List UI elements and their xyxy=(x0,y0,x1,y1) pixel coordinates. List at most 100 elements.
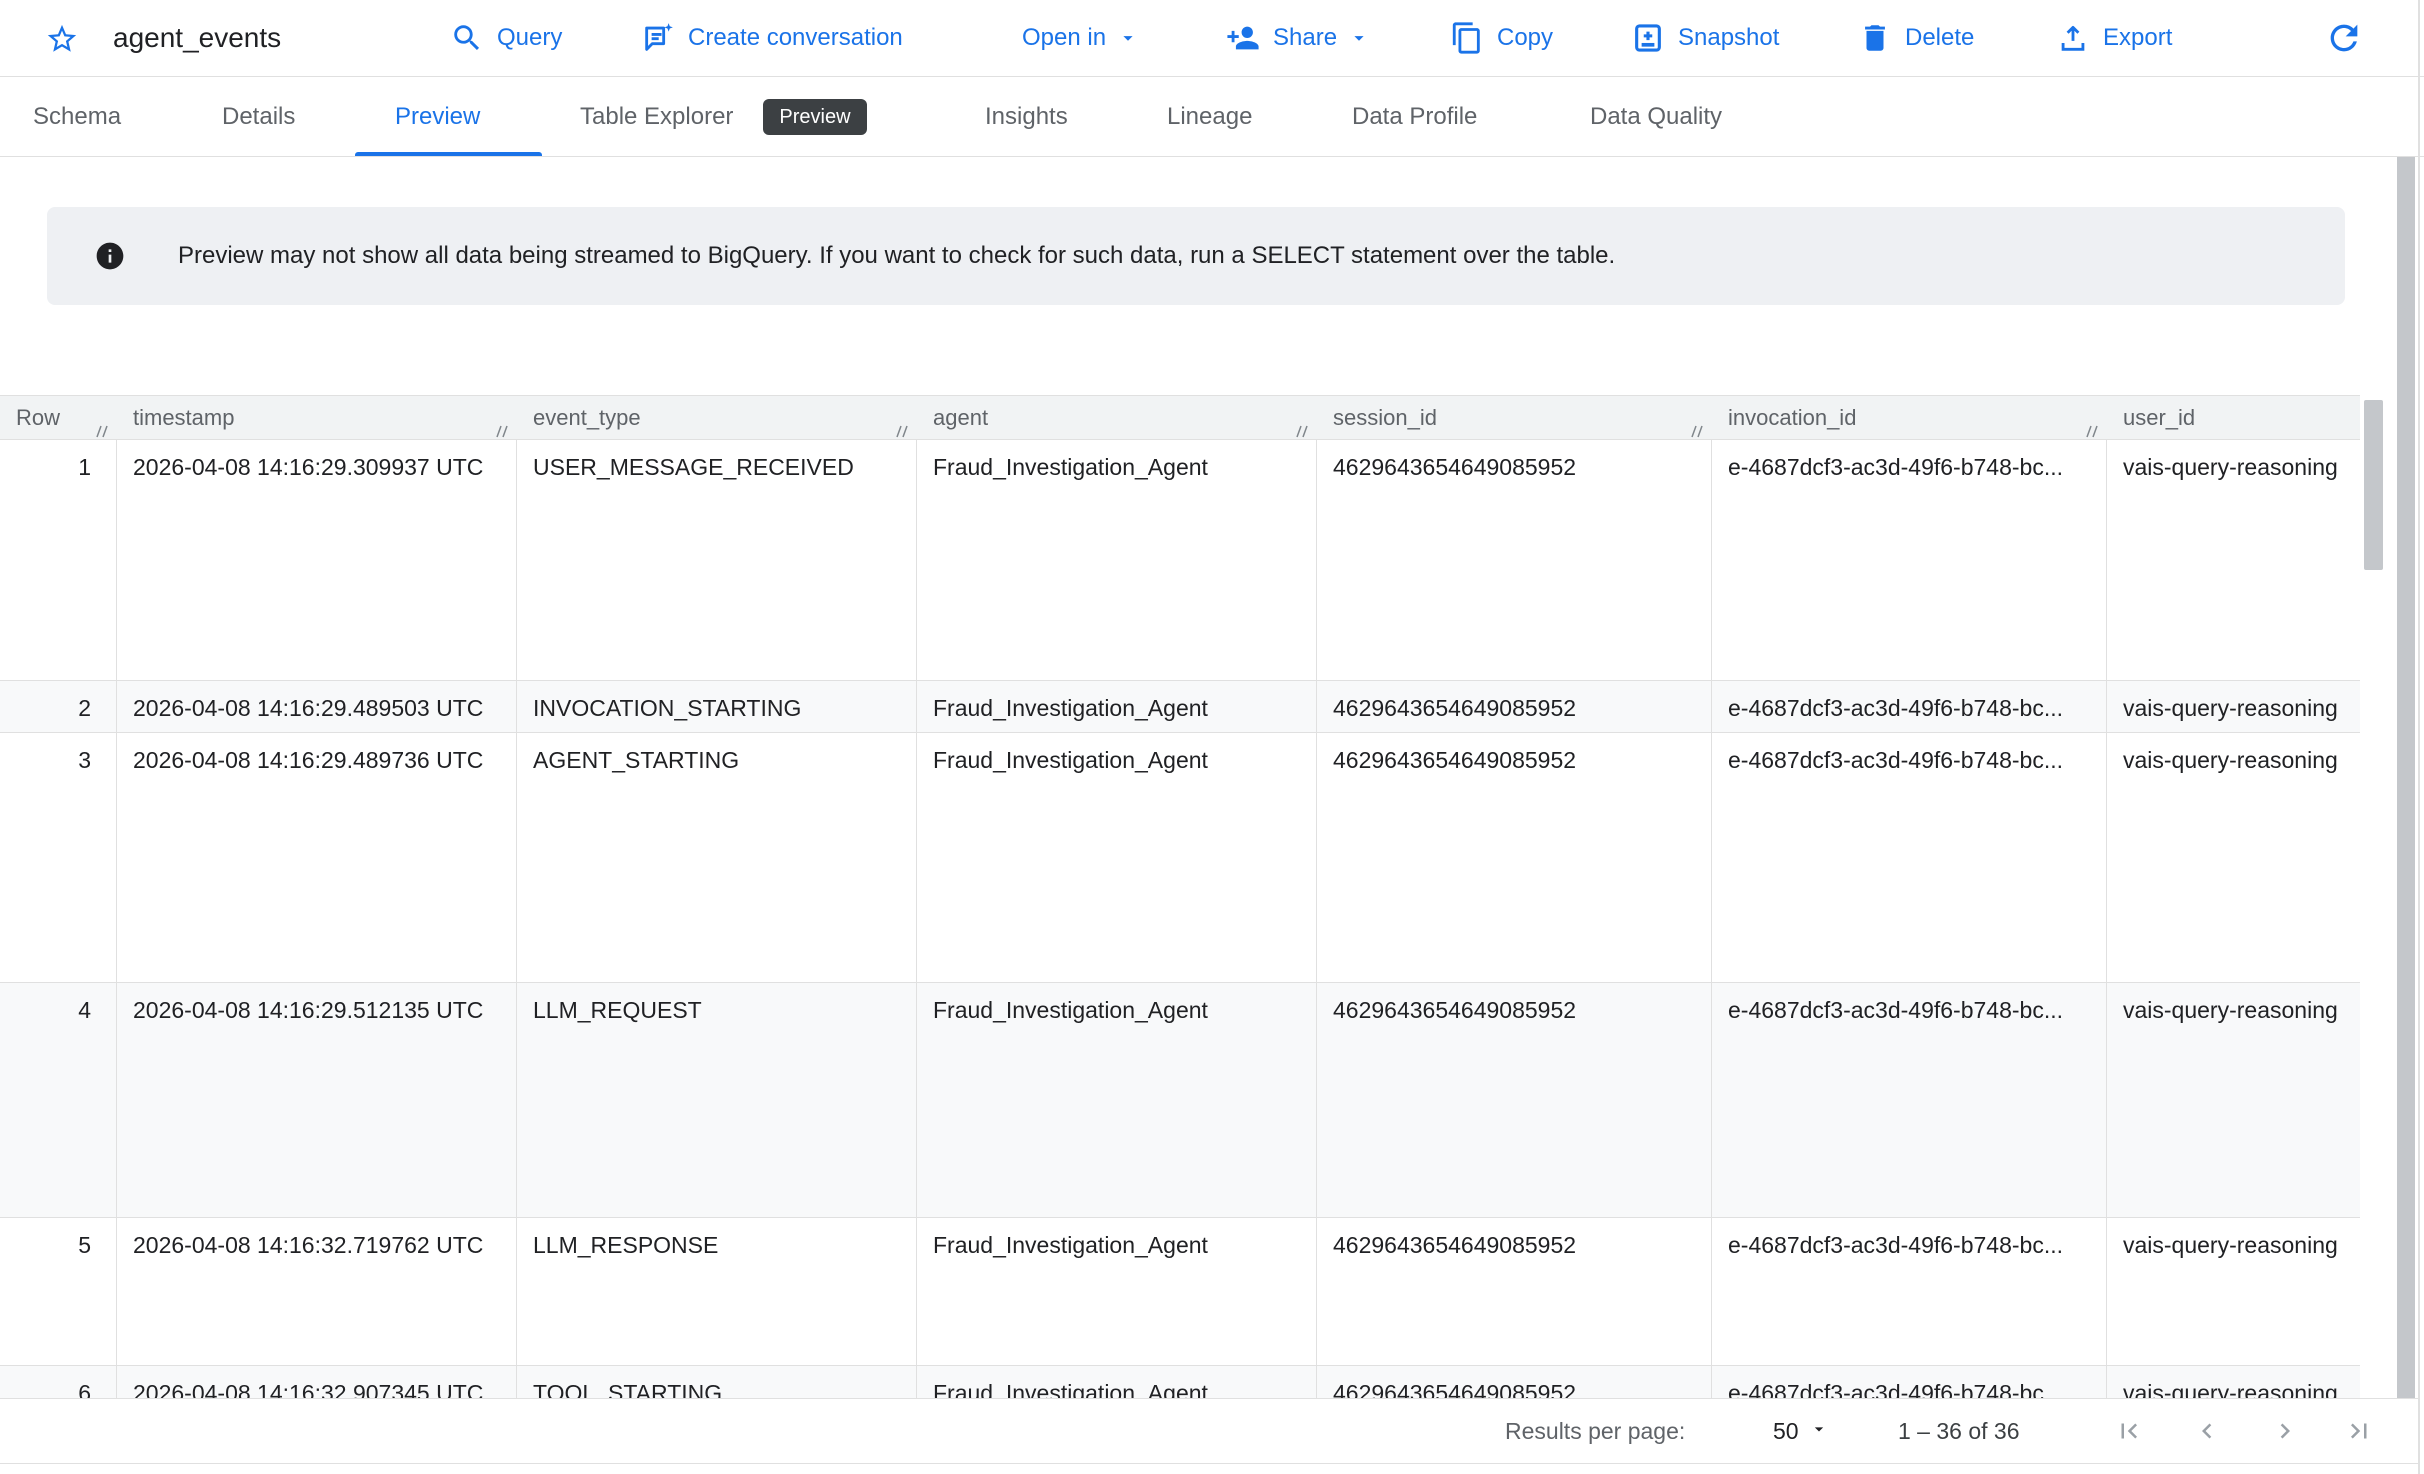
create-conversation-icon xyxy=(641,21,675,55)
cell-invocation-id: e-4687dcf3-ac3d-49f6-b748-bc... xyxy=(1712,681,2107,732)
snapshot-icon xyxy=(1631,21,1665,55)
cell-timestamp: 2026-04-08 14:16:29.489503 UTC xyxy=(117,681,517,732)
query-button[interactable]: Query xyxy=(450,0,562,76)
cell-timestamp: 2026-04-08 14:16:29.489736 UTC xyxy=(117,733,517,982)
tab-insights[interactable]: Insights xyxy=(985,77,1068,156)
tab-data-quality[interactable]: Data Quality xyxy=(1590,77,1722,156)
cell-agent: Fraud_Investigation_Agent xyxy=(917,983,1317,1217)
create-conversation-button[interactable]: Create conversation xyxy=(641,0,903,76)
column-resize-grip-icon[interactable] xyxy=(1293,420,1311,438)
cell-row-number: 6 xyxy=(0,1366,117,1398)
cell-agent: Fraud_Investigation_Agent xyxy=(917,1218,1317,1365)
chevron-down-icon xyxy=(1348,27,1370,49)
previous-page-button[interactable] xyxy=(2192,1416,2222,1446)
cell-event-type: USER_MESSAGE_RECEIVED xyxy=(517,440,917,680)
info-icon xyxy=(94,240,126,272)
column-header-timestamp: timestamp xyxy=(117,396,517,439)
page-size-value: 50 xyxy=(1773,1418,1799,1445)
table-row: 4 2026-04-08 14:16:29.512135 UTC LLM_REQ… xyxy=(0,983,2360,1218)
dropdown-arrow-icon xyxy=(1809,1418,1829,1445)
bigquery-table-preview-page: { "header": { "title": "agent_events", "… xyxy=(0,0,2424,1474)
cell-invocation-id: e-4687dcf3-ac3d-49f6-b748-bc... xyxy=(1712,983,2107,1217)
column-resize-grip-icon[interactable] xyxy=(2083,420,2101,438)
cell-timestamp: 2026-04-08 14:16:29.309937 UTC xyxy=(117,440,517,680)
active-tab-underline xyxy=(355,152,542,156)
cell-invocation-id: e-4687dcf3-ac3d-49f6-b748-bc... xyxy=(1712,733,2107,982)
cell-row-number: 3 xyxy=(0,733,117,982)
refresh-icon[interactable] xyxy=(2324,18,2364,58)
delete-button[interactable]: Delete xyxy=(1858,0,1974,76)
tab-schema[interactable]: Schema xyxy=(33,77,121,156)
preview-table: Row timestamp event_type agent session_i… xyxy=(0,395,2360,1398)
pagination-footer: Results per page: 50 1 – 36 of 36 xyxy=(0,1398,2418,1464)
column-header-row: Row xyxy=(0,396,117,439)
cell-row-number: 4 xyxy=(0,983,117,1217)
cell-user-id: vais-query-reasoning xyxy=(2107,681,2360,732)
page-vertical-scrollbar[interactable] xyxy=(2397,157,2415,1462)
cell-event-type: AGENT_STARTING xyxy=(517,733,917,982)
tab-details[interactable]: Details xyxy=(222,77,295,156)
cell-session-id: 4629643654649085952 xyxy=(1317,733,1712,982)
trash-icon xyxy=(1858,21,1892,55)
tab-bar: Schema Details Preview Table Explorer Pr… xyxy=(0,77,2424,157)
first-page-button[interactable] xyxy=(2114,1416,2144,1446)
column-resize-grip-icon[interactable] xyxy=(1688,420,1706,438)
last-page-button[interactable] xyxy=(2344,1416,2374,1446)
export-button[interactable]: Export xyxy=(2056,0,2172,76)
cell-user-id: vais-query-reasoning xyxy=(2107,1366,2360,1398)
cell-session-id: 4629643654649085952 xyxy=(1317,983,1712,1217)
table-vertical-scrollbar[interactable] xyxy=(2364,400,2383,570)
cell-event-type: LLM_REQUEST xyxy=(517,983,917,1217)
tab-data-profile[interactable]: Data Profile xyxy=(1352,77,1477,156)
copy-button[interactable]: Copy xyxy=(1450,0,1553,76)
cell-user-id: vais-query-reasoning xyxy=(2107,1218,2360,1365)
cell-event-type: INVOCATION_STARTING xyxy=(517,681,917,732)
cell-event-type: TOOL_STARTING xyxy=(517,1366,917,1398)
cell-event-type: LLM_RESPONSE xyxy=(517,1218,917,1365)
header-toolbar: agent_events Query Create conversation O… xyxy=(0,0,2424,77)
share-button[interactable]: Share xyxy=(1226,0,1370,76)
page-size-dropdown[interactable]: 50 xyxy=(1773,1399,1829,1463)
cell-session-id: 4629643654649085952 xyxy=(1317,440,1712,680)
table-row: 1 2026-04-08 14:16:29.309937 UTC USER_ME… xyxy=(0,440,2360,681)
column-resize-grip-icon[interactable] xyxy=(493,420,511,438)
table-row: 3 2026-04-08 14:16:29.489736 UTC AGENT_S… xyxy=(0,733,2360,983)
page-title: agent_events xyxy=(113,0,281,76)
column-header-agent: agent xyxy=(917,396,1317,439)
table-header-row: Row timestamp event_type agent session_i… xyxy=(0,395,2360,440)
column-header-user_id: user_id xyxy=(2107,396,2360,439)
cell-row-number: 2 xyxy=(0,681,117,732)
open-in-button[interactable]: Open in xyxy=(1022,0,1139,76)
cell-user-id: vais-query-reasoning xyxy=(2107,440,2360,680)
star-icon[interactable] xyxy=(45,22,79,56)
table-row: 6 2026-04-08 14:16:32.907345 UTC TOOL_ST… xyxy=(0,1366,2360,1398)
chevron-down-icon xyxy=(1117,27,1139,49)
table-row: 2 2026-04-08 14:16:29.489503 UTC INVOCAT… xyxy=(0,681,2360,733)
cell-agent: Fraud_Investigation_Agent xyxy=(917,681,1317,732)
cell-agent: Fraud_Investigation_Agent xyxy=(917,1366,1317,1398)
tab-lineage[interactable]: Lineage xyxy=(1167,77,1252,156)
person-add-icon xyxy=(1226,21,1260,55)
cell-user-id: vais-query-reasoning xyxy=(2107,733,2360,982)
table-row: 5 2026-04-08 14:16:32.719762 UTC LLM_RES… xyxy=(0,1218,2360,1366)
cell-session-id: 4629643654649085952 xyxy=(1317,681,1712,732)
preview-badge: Preview xyxy=(763,99,866,135)
snapshot-button[interactable]: Snapshot xyxy=(1631,0,1779,76)
cell-agent: Fraud_Investigation_Agent xyxy=(917,733,1317,982)
cell-session-id: 4629643654649085952 xyxy=(1317,1366,1712,1398)
cell-timestamp: 2026-04-08 14:16:29.512135 UTC xyxy=(117,983,517,1217)
cell-row-number: 5 xyxy=(0,1218,117,1365)
copy-icon xyxy=(1450,21,1484,55)
cell-invocation-id: e-4687dcf3-ac3d-49f6-b748-bc... xyxy=(1712,440,2107,680)
column-resize-grip-icon[interactable] xyxy=(893,420,911,438)
column-header-invocation_id: invocation_id xyxy=(1712,396,2107,439)
cell-timestamp: 2026-04-08 14:16:32.907345 UTC xyxy=(117,1366,517,1398)
tab-preview[interactable]: Preview xyxy=(395,77,480,156)
next-page-button[interactable] xyxy=(2270,1416,2300,1446)
column-resize-grip-icon[interactable] xyxy=(93,420,111,438)
column-header-event_type: event_type xyxy=(517,396,917,439)
cell-agent: Fraud_Investigation_Agent xyxy=(917,440,1317,680)
tab-table-explorer[interactable]: Table Explorer Preview xyxy=(580,77,867,156)
preview-info-banner: Preview may not show all data being stre… xyxy=(47,207,2345,305)
cell-session-id: 4629643654649085952 xyxy=(1317,1218,1712,1365)
